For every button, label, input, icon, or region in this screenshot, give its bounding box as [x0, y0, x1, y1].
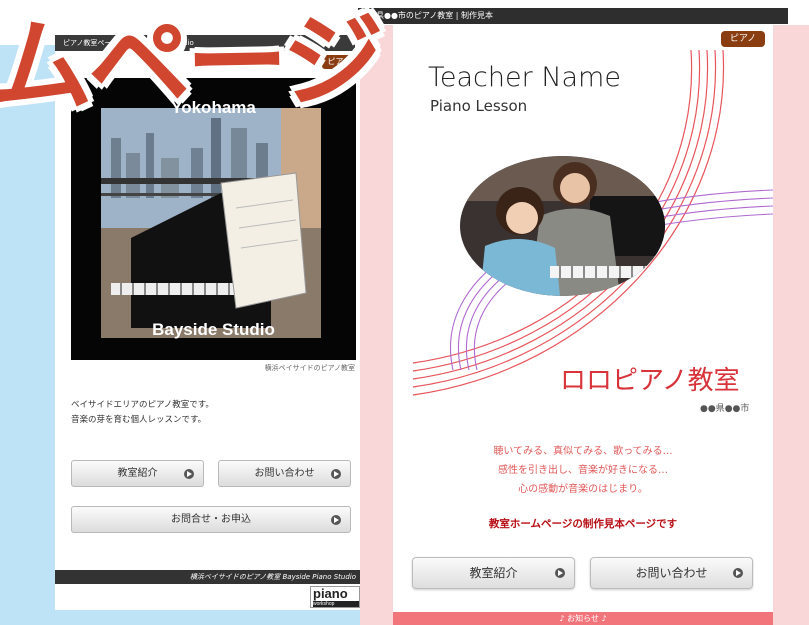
school-name: ロロピアノ教室: [560, 366, 740, 396]
left-about-button-label: 教室紹介: [117, 468, 158, 479]
arrow-circle-icon: [555, 568, 565, 578]
intro-text-line-2: 音楽の芽を育む個人レッスンです。: [71, 415, 207, 425]
arrow-circle-icon: [331, 468, 341, 479]
left-contact-button[interactable]: お問い合わせ: [218, 460, 351, 487]
teacher-and-child-illustration: [460, 156, 665, 296]
catchphrase-line-2: 感性を引き出し、音楽が好きになる…: [498, 465, 668, 476]
catchphrase-line-1: 聴いてみる、真似てみる、歌ってみる…: [493, 446, 673, 457]
right-about-button[interactable]: 教室紹介: [412, 557, 575, 589]
arrow-circle-icon: [733, 568, 743, 578]
teacher-name: Teacher Name: [428, 62, 621, 93]
right-site-notice-bar[interactable]: ♪ お知らせ ♪: [393, 612, 773, 625]
right-contact-button[interactable]: お問い合わせ: [590, 557, 753, 589]
left-apply-button[interactable]: お問合せ・お申込: [71, 506, 351, 533]
piano-lesson-label: Piano Lesson: [430, 97, 528, 115]
logo-subtext: workshop: [313, 601, 359, 607]
left-apply-button-label: お問合せ・お申込: [171, 514, 251, 525]
left-site-footer: 横浜ベイサイドのピアノ教室 Bayside Piano Studio: [55, 570, 360, 584]
right-site-top-bar: ●●県●●市のピアノ教室 | 制作見本: [358, 8, 788, 24]
sample-page-notice: 教室ホームページの制作見本ページです: [488, 518, 678, 530]
logo-text: piano: [313, 586, 348, 601]
arrow-circle-icon: [331, 514, 341, 525]
lesson-photo: [460, 156, 665, 296]
overlay-title: ムページ: [0, 1, 382, 128]
city-label: ●●県●●市: [700, 404, 750, 414]
intro-text-line-1: ベイサイドエリアのピアノ教室です。: [71, 400, 214, 410]
piano-workshop-logo[interactable]: piano workshop: [310, 586, 360, 608]
catchphrase-line-3: 心の感動が音楽のはじまり。: [518, 484, 648, 495]
right-about-button-label: 教室紹介: [469, 566, 518, 580]
photo-title-bayside: Bayside Studio: [152, 320, 275, 339]
left-about-button[interactable]: 教室紹介: [71, 460, 204, 487]
right-contact-button-label: お問い合わせ: [635, 566, 708, 580]
arrow-circle-icon: [184, 468, 194, 479]
photo-caption: 横浜ベイサイドのピアノ教室: [264, 364, 355, 372]
left-contact-button-label: お問い合わせ: [254, 468, 315, 479]
